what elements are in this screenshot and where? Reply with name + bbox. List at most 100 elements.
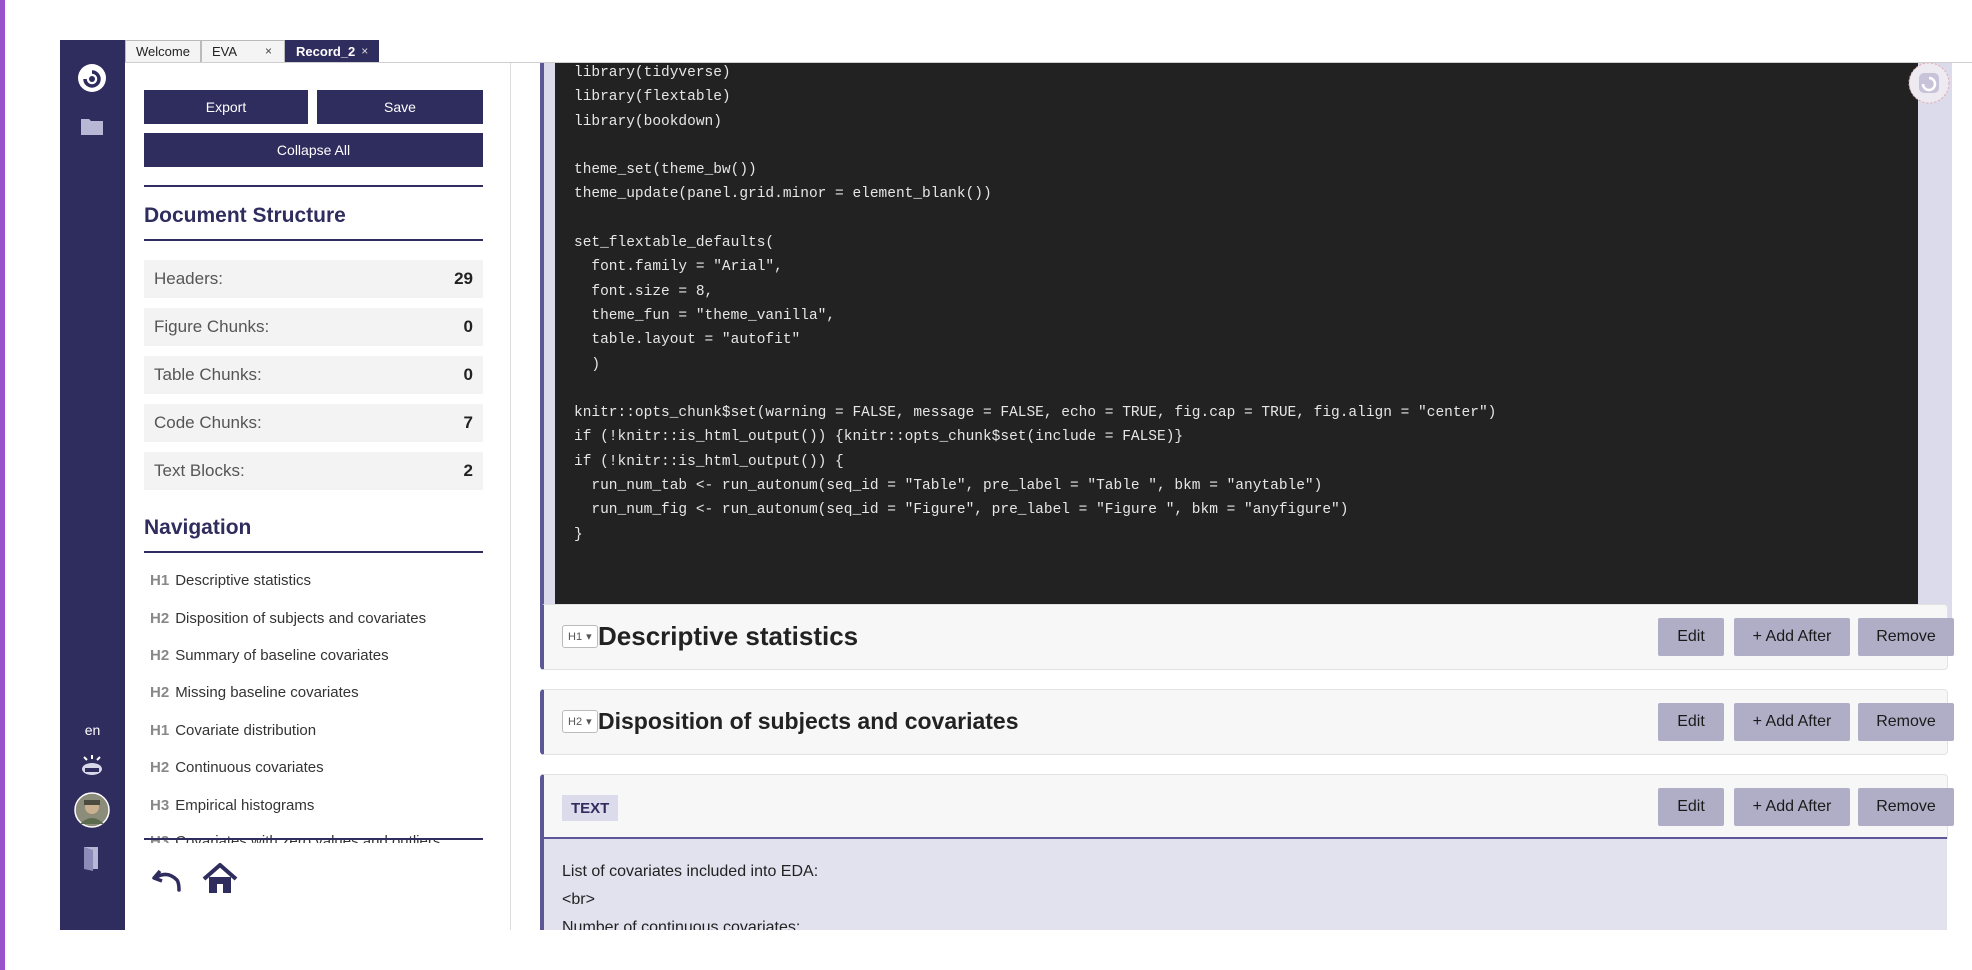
nav-item[interactable]: H2 Continuous covariates	[150, 759, 324, 776]
code-line: run_num_fig <- run_autonum(seq_id = "Fig…	[574, 502, 1349, 519]
text-line: Number of continuous covariates:	[562, 919, 801, 930]
nav-level: H2	[150, 759, 170, 776]
add-after-button[interactable]: + Add After	[1734, 788, 1850, 826]
stat-value: 0	[463, 365, 473, 384]
language-selector[interactable]: en	[60, 722, 125, 738]
edit-button[interactable]: Edit	[1658, 618, 1724, 656]
header-block-disposition: H2 ▾ Disposition of subjects and covariat…	[540, 689, 1954, 755]
remove-button[interactable]: Remove	[1858, 788, 1954, 826]
editor-main: library(tidyverse) library(flextable) libr…	[511, 63, 1972, 930]
tab-welcome[interactable]: Welcome	[125, 40, 201, 62]
stat-value: 7	[463, 413, 473, 432]
document-sidebar: Export Save Collapse All Document Struct…	[125, 63, 511, 930]
header-title: Disposition of subjects and covariates	[598, 708, 1019, 734]
header-level-select[interactable]: H1 ▾	[562, 625, 598, 648]
text-block-content[interactable]: List of covariates included into EDA: <b…	[540, 839, 1947, 930]
stat-label: Headers:	[154, 269, 223, 288]
nav-item[interactable]: H3 Empirical histograms	[150, 797, 314, 814]
navigation-title: Navigation	[144, 516, 252, 539]
tab-label: Welcome	[136, 44, 190, 59]
edit-button[interactable]: Edit	[1658, 703, 1724, 741]
user-avatar[interactable]	[74, 792, 110, 828]
tab-label: EVA	[211, 44, 238, 59]
code-line: library(flextable)	[574, 89, 731, 106]
nav-item[interactable]: H2 Summary of baseline covariates	[150, 647, 389, 664]
remove-button[interactable]: Remove	[1858, 618, 1954, 656]
stat-value: 2	[463, 461, 473, 480]
header-level-value: H1	[568, 630, 583, 643]
stat-text-blocks: Text Blocks: 2	[144, 452, 483, 490]
stat-label: Code Chunks:	[154, 413, 262, 432]
stat-label: Text Blocks:	[154, 461, 245, 480]
code-line: font.family = "Arial",	[574, 259, 783, 276]
nav-label: Descriptive statistics	[175, 572, 312, 589]
floating-assistant-icon[interactable]	[1907, 63, 1951, 105]
section-divider	[144, 239, 483, 241]
nav-item[interactable]: H2 Missing baseline covariates	[150, 684, 359, 701]
code-line: }	[574, 526, 583, 543]
code-editor[interactable]: library(tidyverse) library(flextable) libr…	[555, 63, 1918, 628]
nav-level: H2	[150, 647, 170, 664]
tab-eva[interactable]: EVA ×	[200, 40, 286, 62]
icon-rail: en	[60, 40, 125, 930]
stat-figure-chunks: Figure Chunks: 0	[144, 308, 483, 346]
nav-label: Empirical histograms	[175, 797, 315, 814]
code-line: library(bookdown)	[574, 113, 722, 130]
nav-level: H2	[150, 684, 170, 701]
nav-item[interactable]: H1 Descriptive statistics	[150, 572, 311, 589]
nav-label: Missing baseline covariates	[175, 684, 359, 701]
code-chunk-block: library(tidyverse) library(flextable) libr…	[540, 63, 1952, 648]
header-title: Descriptive statistics	[598, 621, 859, 651]
add-after-button[interactable]: + Add After	[1734, 618, 1850, 656]
navigation-list: H1 Descriptive statistics H2 Disposition o…	[144, 556, 483, 843]
stat-label: Table Chunks:	[154, 365, 262, 384]
collapse-all-button[interactable]: Collapse All	[144, 133, 483, 167]
code-line: if (!knitr::is_html_output()) {knitr::op…	[574, 429, 1184, 446]
nav-item[interactable]: H2 Disposition of subjects and covariates	[150, 610, 426, 627]
header-level-value: H2	[568, 715, 583, 728]
tab-label: Record_2	[296, 44, 356, 59]
code-line: knitr::opts_chunk$set(warning = FALSE, m…	[574, 405, 1497, 422]
code-text: library(tidyverse) library(flextable) libr…	[574, 63, 1496, 547]
folder-icon[interactable]	[74, 108, 110, 144]
nav-item[interactable]: H1 Covariate distribution	[150, 722, 316, 739]
text-block-label: TEXT	[562, 795, 619, 821]
code-line: )	[574, 356, 601, 373]
code-line: theme_fun = "theme_vanilla",	[574, 307, 836, 324]
chevron-down-icon: ▾	[586, 631, 592, 643]
edit-button[interactable]: Edit	[1658, 788, 1724, 826]
logout-door-icon[interactable]	[74, 840, 110, 876]
code-line: theme_set(theme_bw())	[574, 162, 757, 179]
section-divider	[144, 551, 483, 553]
code-line: run_num_tab <- run_autonum(seq_id = "Tab…	[574, 478, 1323, 495]
close-icon[interactable]: ×	[265, 41, 272, 62]
stat-headers: Headers: 29	[144, 260, 483, 298]
tab-bar: Welcome EVA × Record_2 ×	[125, 40, 380, 62]
home-icon[interactable]	[200, 859, 240, 897]
stat-code-chunks: Code Chunks: 7	[144, 404, 483, 442]
window-accent-border	[0, 0, 5, 970]
remove-button[interactable]: Remove	[1858, 703, 1954, 741]
header-block-descriptive-statistics: H1 ▾ Descriptive statistics Edit + Add Af…	[540, 604, 1954, 670]
close-icon[interactable]: ×	[361, 41, 368, 62]
nav-level: H1	[150, 722, 170, 739]
save-button[interactable]: Save	[317, 90, 483, 124]
add-after-button[interactable]: + Add After	[1734, 703, 1850, 741]
robot-assistant-icon[interactable]	[74, 748, 110, 784]
nav-level: H1	[150, 572, 170, 589]
code-line: set_flextable_defaults(	[574, 235, 775, 252]
section-divider	[144, 185, 483, 187]
code-line: if (!knitr::is_html_output()) {	[574, 453, 844, 470]
header-level-select[interactable]: H2 ▾	[562, 710, 598, 733]
tab-record-2[interactable]: Record_2 ×	[285, 40, 380, 62]
export-button[interactable]: Export	[144, 90, 308, 124]
stat-label: Figure Chunks:	[154, 317, 270, 336]
code-line: font.size = 8,	[574, 283, 714, 300]
text-block-header: TEXT Edit + Add After Remove	[540, 774, 1954, 839]
undo-icon[interactable]	[150, 861, 186, 897]
app-logo-icon[interactable]	[74, 60, 110, 96]
nav-level: H2	[150, 610, 170, 627]
nav-label: Covariate distribution	[175, 722, 317, 739]
